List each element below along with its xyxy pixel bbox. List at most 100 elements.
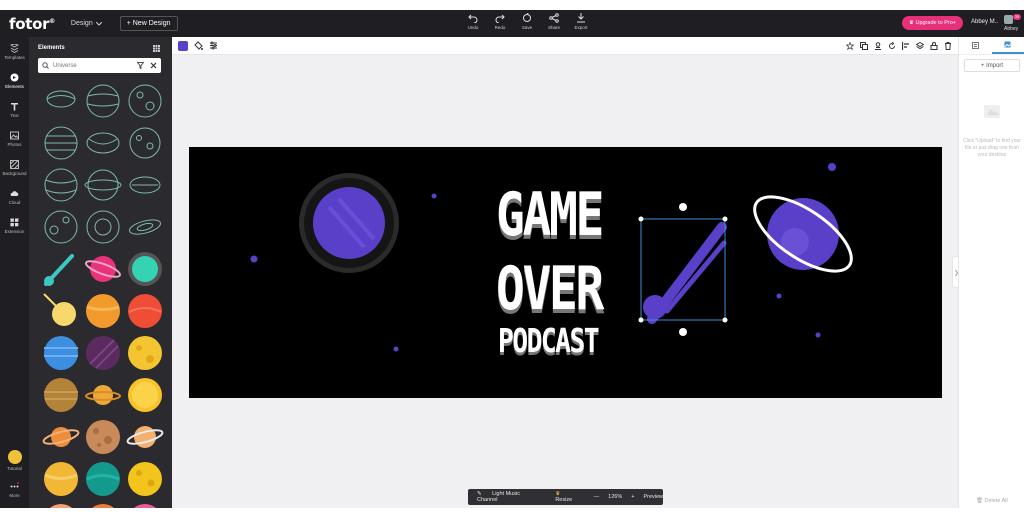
upgrade-button[interactable]: ♛ Upgrade to Pro+ xyxy=(902,16,963,30)
lock-icon[interactable] xyxy=(930,42,938,50)
sidebar-item-photos[interactable]: Photos xyxy=(0,124,29,153)
layers-icon[interactable] xyxy=(916,42,924,50)
planet-outline-thumb[interactable] xyxy=(42,208,80,246)
elements-search[interactable]: Universe xyxy=(38,58,161,73)
ringed-planet-thumb[interactable] xyxy=(126,418,164,456)
planet-outline-thumb[interactable] xyxy=(84,208,122,246)
comet-thumb[interactable] xyxy=(42,250,80,288)
filter-icon[interactable] xyxy=(137,62,144,69)
orange-planet-thumb[interactable] xyxy=(84,502,122,508)
channel-label: Light Music Channel xyxy=(477,491,520,503)
stamp-icon[interactable] xyxy=(874,42,882,50)
more-button[interactable]: More xyxy=(0,475,29,504)
sidebar-item-cloud[interactable]: Cloud xyxy=(0,182,29,211)
templates-icon xyxy=(10,43,19,53)
duplicate-icon[interactable] xyxy=(860,42,868,50)
zoom-level[interactable]: 126% xyxy=(608,494,622,500)
sidebar-item-background[interactable]: Background xyxy=(0,153,29,182)
bottom-bar: ✎ Light Music Channel ♛ Resize — 126% + … xyxy=(468,489,663,505)
grid-view-icon[interactable] xyxy=(153,45,160,52)
title-podcast[interactable]: PODCAST xyxy=(498,323,600,359)
zoom-out-button[interactable]: — xyxy=(594,494,600,500)
planet-outline-thumb[interactable] xyxy=(84,82,122,120)
tutorial-button[interactable]: Tutorial xyxy=(0,446,29,475)
planet-outline-thumb[interactable] xyxy=(84,166,122,204)
undo-button[interactable]: Undo xyxy=(464,13,482,30)
fotor-logo[interactable]: fotor® xyxy=(9,15,55,33)
share-label: Share xyxy=(547,25,560,30)
save-button[interactable]: Save xyxy=(518,13,536,30)
zoom-in-button[interactable]: + xyxy=(631,494,634,500)
planet-outline-thumb[interactable] xyxy=(42,166,80,204)
resize-button[interactable]: ♛ Resize xyxy=(546,491,584,503)
new-design-button[interactable]: + New Design xyxy=(119,16,178,31)
channel-name[interactable]: ✎ Light Music Channel xyxy=(477,491,537,503)
purple-planet-thumb[interactable] xyxy=(84,334,122,372)
title-over[interactable]: OVER xyxy=(496,259,604,319)
left-planet[interactable] xyxy=(313,187,385,259)
share-button[interactable]: Share xyxy=(545,13,563,30)
blue-planet-thumb[interactable] xyxy=(42,334,80,372)
move-handle[interactable] xyxy=(679,328,687,336)
logo-text: fotor xyxy=(9,14,50,33)
resize-handle[interactable] xyxy=(638,317,644,323)
yellow-comet-thumb[interactable] xyxy=(42,292,80,330)
sidebar-item-text[interactable]: Text xyxy=(0,95,29,124)
tab-pages[interactable] xyxy=(959,37,992,54)
teal-planet-thumb[interactable] xyxy=(126,250,164,288)
delete-all-label: Delete All xyxy=(984,498,1008,504)
planet-outline-thumb[interactable] xyxy=(42,124,80,162)
sidebar-item-elements[interactable]: Elements xyxy=(0,66,29,95)
cloud-icon xyxy=(10,190,19,196)
import-button[interactable]: + Import xyxy=(964,59,1020,72)
planet-outline-thumb[interactable] xyxy=(126,166,164,204)
brown-planet-thumb[interactable] xyxy=(42,376,80,414)
preview-button[interactable]: Preview xyxy=(643,494,663,500)
yellow-planet-thumb[interactable] xyxy=(126,334,164,372)
close-icon[interactable] xyxy=(150,62,157,69)
title-game[interactable]: GAME xyxy=(496,185,604,245)
teal-planet-thumb[interactable] xyxy=(84,460,122,498)
sidebar-item-templates[interactable]: Templates xyxy=(0,37,29,66)
color-swatch[interactable] xyxy=(178,41,188,51)
fill-icon[interactable] xyxy=(194,41,203,50)
resize-handle[interactable] xyxy=(722,216,728,222)
elements-panel: Elements Universe xyxy=(29,37,172,508)
gold-planet-thumb[interactable] xyxy=(42,460,80,498)
peach-planet-thumb[interactable] xyxy=(42,502,80,508)
saturn-thumb[interactable] xyxy=(42,418,80,456)
rotate-icon[interactable] xyxy=(888,42,896,50)
sidebar-item-extension[interactable]: Extension xyxy=(0,211,29,240)
user-name[interactable]: Abbey M.. xyxy=(971,19,998,25)
rotate-handle[interactable] xyxy=(679,203,687,211)
resize-handle[interactable] xyxy=(722,317,728,323)
adjust-icon[interactable] xyxy=(209,41,218,50)
tab-uploads[interactable] xyxy=(991,37,1024,54)
design-menu[interactable]: Design xyxy=(71,20,102,27)
yellow-moon-thumb[interactable] xyxy=(126,460,164,498)
orange-planet-thumb[interactable] xyxy=(84,292,122,330)
planet-outline-thumb[interactable] xyxy=(126,82,164,120)
pink-planet-thumb[interactable] xyxy=(126,502,164,508)
star-dot xyxy=(250,255,258,263)
moon-thumb[interactable] xyxy=(84,418,122,456)
planet-outline-thumb[interactable] xyxy=(126,124,164,162)
redo-button[interactable]: Redo xyxy=(491,13,509,30)
delete-all-button[interactable]: 🗑 Delete All xyxy=(976,498,1008,504)
ringed-planet-thumb[interactable] xyxy=(84,376,122,414)
text-icon xyxy=(11,102,18,110)
pink-planet-thumb[interactable] xyxy=(84,250,122,288)
resize-handle[interactable] xyxy=(638,216,644,222)
red-planet-thumb[interactable] xyxy=(126,292,164,330)
sun-thumb[interactable] xyxy=(126,376,164,414)
design-canvas[interactable]: GAME OVER PODCAST xyxy=(189,147,942,398)
planet-outline-thumb[interactable] xyxy=(42,82,80,120)
search-input[interactable]: Universe xyxy=(53,63,137,69)
planet-outline-thumb[interactable] xyxy=(84,124,122,162)
avatar[interactable]: 35 Abbey xyxy=(1004,14,1021,33)
star-icon[interactable] xyxy=(846,42,854,50)
align-icon[interactable] xyxy=(902,42,910,50)
galaxy-outline-thumb[interactable] xyxy=(126,208,164,246)
trash-icon[interactable] xyxy=(944,42,952,50)
export-button[interactable]: Export xyxy=(572,13,590,30)
